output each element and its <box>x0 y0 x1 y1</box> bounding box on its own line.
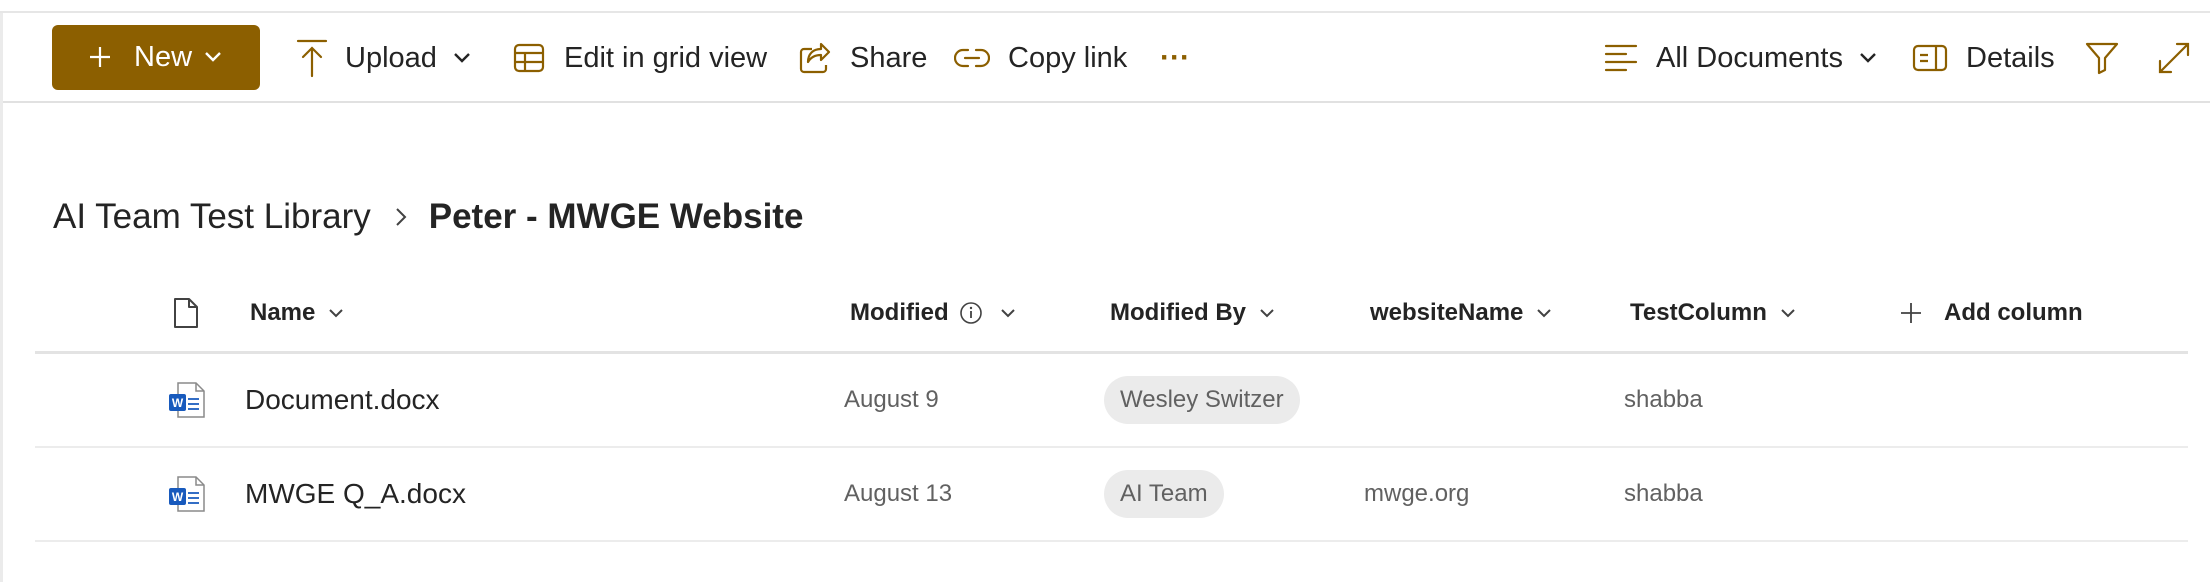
website-name-value: mwge.org <box>1364 480 1470 507</box>
add-column-button[interactable]: Add column <box>1900 272 2083 354</box>
svg-text:W: W <box>172 396 184 410</box>
column-header-website-name-label: websiteName <box>1370 299 1524 326</box>
grid-icon <box>513 43 545 73</box>
person-pill[interactable]: AI Team <box>1104 470 1224 518</box>
modified-by-cell: AI Team <box>1104 448 1224 540</box>
modified-date: August 13 <box>844 480 953 507</box>
filter-button[interactable] <box>2085 13 2119 103</box>
command-bar: New Upload Edit in grid view Share Copy … <box>3 13 2210 103</box>
link-icon <box>954 48 990 68</box>
file-name[interactable]: MWGE Q_A.docx <box>245 448 466 540</box>
details-label: Details <box>1966 41 2055 74</box>
expand-icon <box>2158 42 2190 74</box>
window-top-border <box>0 0 2210 13</box>
chevron-down-icon <box>1781 308 1795 318</box>
column-header-test-column[interactable]: TestColumn <box>1630 272 1795 354</box>
word-document-icon: W <box>168 448 206 540</box>
column-header-website-name[interactable]: websiteName <box>1370 272 1552 354</box>
table-row[interactable]: W MWGE Q_A.docx August 13 AI Team mwge.o… <box>35 448 2188 542</box>
modified-by-cell: Wesley Switzer <box>1104 354 1300 446</box>
column-header-modified-by[interactable]: Modified By <box>1110 272 1274 354</box>
person-pill[interactable]: Wesley Switzer <box>1104 376 1300 424</box>
plus-icon <box>1901 303 1921 323</box>
upload-button[interactable]: Upload <box>295 13 471 103</box>
word-document-icon: W <box>168 354 206 446</box>
more-icon: ··· <box>1160 41 1190 74</box>
column-header-test-column-label: TestColumn <box>1630 299 1767 326</box>
share-button[interactable]: Share <box>798 13 927 103</box>
test-column-value: shabba <box>1624 480 1703 507</box>
breadcrumb-current: Peter - MWGE Website <box>428 197 804 236</box>
new-button[interactable]: New <box>52 25 260 90</box>
fullscreen-button[interactable] <box>2157 13 2191 103</box>
plus-icon <box>90 47 110 67</box>
copy-link-button[interactable]: Copy link <box>954 13 1127 103</box>
file-type-icon <box>174 298 198 328</box>
more-actions-button[interactable]: ··· <box>1160 13 1190 103</box>
test-column-value: shabba <box>1624 386 1703 413</box>
copy-link-label: Copy link <box>1008 41 1128 74</box>
upload-label: Upload <box>345 41 437 74</box>
column-header-modified-label: Modified <box>850 299 949 326</box>
details-button[interactable]: Details <box>1912 13 2055 103</box>
column-header-name[interactable]: Name <box>250 272 344 354</box>
new-button-label: New <box>134 41 193 73</box>
edit-grid-view-button[interactable]: Edit in grid view <box>512 13 767 103</box>
view-lines-icon <box>1604 44 1638 72</box>
column-header-name-label: Name <box>250 299 316 326</box>
details-pane-icon <box>1912 44 1948 72</box>
chevron-right-icon <box>395 207 407 227</box>
view-switcher-label: All Documents <box>1656 41 1843 74</box>
chevron-down-icon <box>1260 308 1274 318</box>
chevron-down-icon <box>205 52 221 62</box>
add-column-label: Add column <box>1944 299 2083 326</box>
breadcrumb: AI Team Test Library Peter - MWGE Websit… <box>53 190 803 244</box>
column-header-modified[interactable]: Modified <box>850 272 1015 354</box>
chevron-down-icon <box>329 308 344 318</box>
filter-icon <box>2085 42 2119 75</box>
upload-icon <box>296 39 328 78</box>
chevron-down-icon <box>1000 308 1015 318</box>
column-header-modified-by-label: Modified By <box>1110 299 1246 326</box>
table-row[interactable]: W Document.docx August 9 Wesley Switzer … <box>35 354 2188 448</box>
info-icon[interactable] <box>959 301 983 325</box>
share-label: Share <box>850 41 928 74</box>
file-type-header[interactable] <box>172 272 200 354</box>
list-header: Name Modified Modified By websiteName Te… <box>35 272 2188 354</box>
chevron-down-icon <box>454 53 470 63</box>
view-switcher-button[interactable]: All Documents <box>1604 13 1877 103</box>
svg-text:W: W <box>172 490 184 504</box>
file-name[interactable]: Document.docx <box>245 354 440 446</box>
chevron-down-icon <box>1860 53 1876 63</box>
edit-grid-view-label: Edit in grid view <box>564 41 768 74</box>
chevron-down-icon <box>1537 308 1552 318</box>
breadcrumb-parent[interactable]: AI Team Test Library <box>53 197 371 237</box>
modified-date: August 9 <box>844 386 939 413</box>
share-icon <box>799 42 831 74</box>
